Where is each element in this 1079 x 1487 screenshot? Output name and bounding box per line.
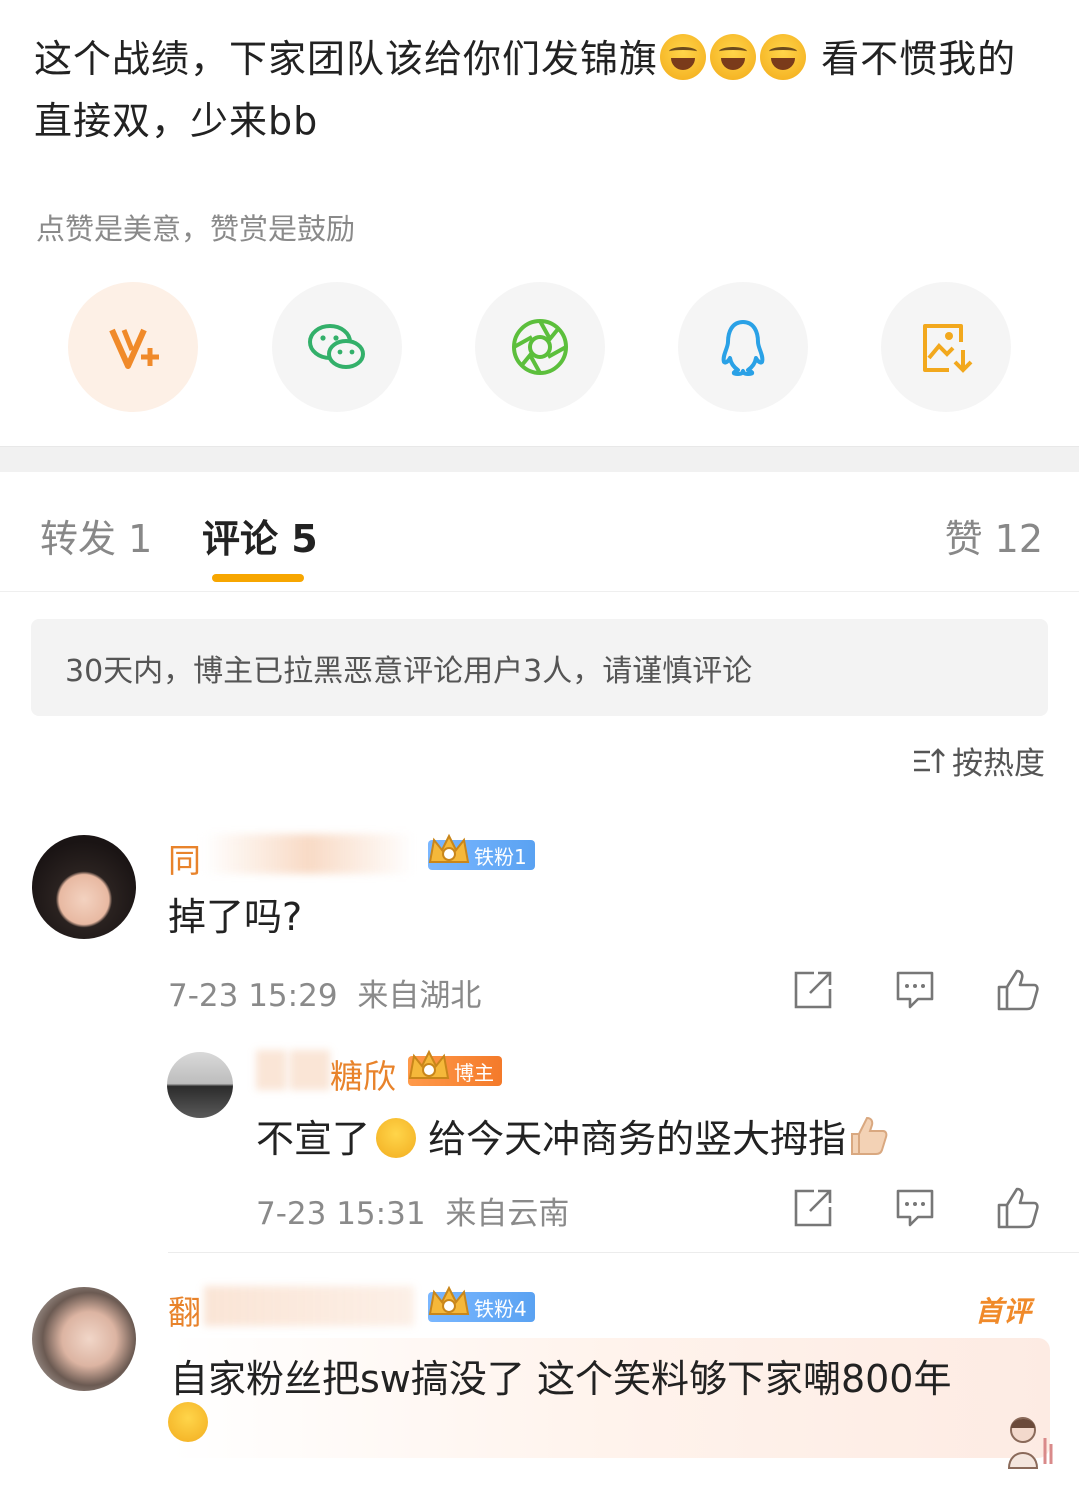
moderation-notice-text: 30天内，博主已拉黑恶意评论用户3人，请谨慎评论 (65, 653, 753, 689)
avatar[interactable] (32, 1287, 136, 1391)
comment-username[interactable]: 翻 (168, 1286, 201, 1334)
reply-text-b: 给今天冲商务的竖大拇指 (416, 1117, 847, 1161)
share-icon[interactable] (790, 967, 836, 1013)
kiss-emoji (168, 1402, 208, 1442)
first-comment-tag: 首评 (975, 1295, 1032, 1328)
share-icon[interactable] (790, 1185, 836, 1231)
comment-icon[interactable] (892, 967, 938, 1013)
fan-badge[interactable]: 铁粉4 (428, 1285, 535, 1322)
reply-username[interactable]: 糖欣 (330, 1050, 396, 1098)
moments-icon (512, 319, 568, 375)
comment-time: 7-23 15:29 (168, 978, 338, 1014)
wechat-icon (308, 324, 365, 369)
crown-icon (428, 1285, 470, 1315)
share-row (0, 282, 1079, 414)
sort-label: 按热度 (952, 746, 1045, 782)
blurred-username (204, 1286, 414, 1326)
reply-time: 7-23 15:31 (256, 1196, 426, 1232)
avatar[interactable] (167, 1052, 233, 1118)
save-image-button[interactable] (881, 282, 1011, 412)
post-text: 这个战绩，下家团队该给你们发锦旗 看不惯我的 直接双，少来bb (34, 28, 1054, 152)
wechat-share-button[interactable] (272, 282, 402, 412)
vplus-icon (109, 328, 159, 369)
thumbs-up-emoji (851, 1116, 888, 1155)
comment-text: 自家粉丝把sw搞没了 这个笑料够下家嘲800年 (170, 1357, 952, 1401)
decorative-sticker-icon (1007, 1417, 1053, 1469)
tab-comments[interactable]: 评论 5 (202, 508, 318, 563)
vplus-button[interactable] (68, 282, 198, 412)
section-separator (0, 446, 1079, 472)
post-text-line1: 这个战绩，下家团队该给你们发锦旗 (34, 37, 659, 81)
laugh-cry-emoji (760, 34, 807, 80)
fan-badge[interactable]: 铁粉1 (428, 833, 535, 870)
reply-text: 不宣了 给今天冲商务的竖大拇指 (256, 1108, 890, 1163)
post-text-line2: 直接双，少来bb (34, 99, 319, 143)
reply-meta: 7-23 15:31 来自云南 (256, 1188, 569, 1233)
reward-hint: 点赞是美意，赞赏是鼓励 (36, 212, 356, 246)
moderation-notice: 30天内，博主已拉黑恶意评论用户3人，请谨慎评论 (31, 619, 1048, 716)
fan-badge-label: 铁粉4 (474, 1296, 527, 1321)
post-text-line1-suffix: 看不惯我的 (808, 37, 1017, 81)
tab-bar: 转发 1 评论 5 赞 12 (0, 472, 1079, 592)
like-icon[interactable] (995, 967, 1041, 1013)
owner-badge[interactable]: 博主 (408, 1049, 502, 1086)
tab-likes[interactable]: 赞 12 (945, 508, 1043, 563)
reply-location: 来自云南 (445, 1196, 570, 1232)
active-tab-indicator (212, 574, 304, 582)
qq-share-button[interactable] (678, 282, 808, 412)
blurred-username (290, 1050, 330, 1090)
laugh-cry-emoji (710, 34, 757, 80)
moments-share-button[interactable] (475, 282, 605, 412)
blurred-username (204, 834, 414, 874)
comment-location: 来自湖北 (357, 978, 482, 1014)
comment-divider (168, 1252, 1079, 1253)
laugh-cry-emoji (660, 34, 707, 80)
like-icon[interactable] (995, 1185, 1041, 1231)
comment-meta: 7-23 15:29 来自湖北 (168, 970, 481, 1015)
sort-button[interactable]: 按热度 (912, 738, 1045, 783)
sort-icon (914, 747, 945, 773)
reply-text-a: 不宣了 (256, 1117, 371, 1161)
save-image-icon (923, 324, 973, 373)
avatar[interactable] (32, 835, 136, 939)
fan-badge-label: 铁粉1 (474, 844, 527, 869)
crying-emoji (376, 1118, 417, 1158)
owner-badge-label: 博主 (454, 1060, 494, 1085)
comment-icon[interactable] (892, 1185, 938, 1231)
tab-repost[interactable]: 转发 1 (40, 508, 152, 563)
comment-text: 掉了吗? (168, 895, 303, 939)
qq-icon (721, 320, 765, 376)
blurred-username (256, 1050, 286, 1090)
crown-icon (428, 833, 470, 863)
comment-username[interactable]: 同 (168, 834, 201, 882)
crown-icon (408, 1049, 450, 1079)
